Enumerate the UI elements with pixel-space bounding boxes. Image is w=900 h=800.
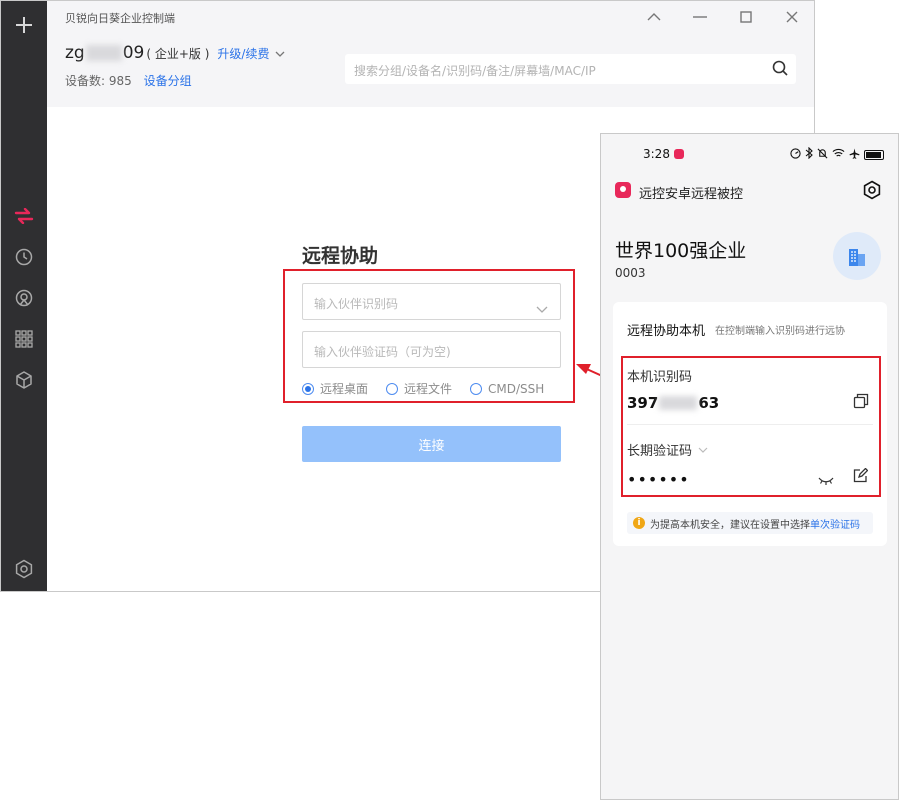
history-icon[interactable] bbox=[12, 245, 36, 269]
apps-grid-icon[interactable] bbox=[12, 327, 36, 351]
device-group-link[interactable]: 设备分组 bbox=[144, 74, 192, 88]
airplane-icon bbox=[849, 147, 860, 162]
security-tip: i 为提高本机安全，建议在设置中选择 单次验证码 bbox=[627, 512, 873, 534]
highlight-box-controller bbox=[283, 269, 575, 403]
search-icon[interactable] bbox=[772, 60, 788, 80]
app-notification-icon bbox=[673, 149, 684, 159]
minimize-icon[interactable] bbox=[688, 7, 712, 27]
building-icon bbox=[833, 232, 881, 280]
close-icon[interactable] bbox=[780, 7, 804, 27]
status-time: 3:28 bbox=[643, 147, 684, 161]
app-title: 远控安卓远程被控 bbox=[639, 187, 744, 202]
wifi-icon bbox=[832, 148, 845, 161]
account-name: zg 09 bbox=[65, 43, 145, 63]
status-bar: 3:28 bbox=[601, 134, 898, 174]
battery-icon bbox=[864, 149, 884, 160]
card-subtitle: 在控制端输入识别码进行远协 bbox=[715, 326, 845, 337]
mute-icon bbox=[817, 148, 828, 162]
settings-icon[interactable] bbox=[12, 557, 36, 581]
remote-control-icon[interactable] bbox=[12, 204, 36, 228]
bluetooth-icon bbox=[805, 146, 813, 162]
sidebar bbox=[1, 1, 47, 591]
add-icon[interactable] bbox=[12, 13, 36, 37]
speed-icon bbox=[790, 147, 801, 162]
upgrade-link[interactable]: 升级/续费 bbox=[217, 45, 269, 62]
cube-icon[interactable] bbox=[12, 368, 36, 392]
info-icon: i bbox=[633, 517, 645, 529]
broadcast-icon[interactable] bbox=[12, 286, 36, 310]
device-count: 设备数: 985 设备分组 bbox=[65, 74, 192, 88]
window-controls bbox=[642, 7, 804, 27]
highlight-box-phone bbox=[621, 356, 881, 497]
app-bar: 远控安卓远程被控 bbox=[601, 174, 898, 206]
account-info: zg 09 ( 企业+版 ) 升级/续费 bbox=[65, 43, 285, 63]
collapse-icon[interactable] bbox=[642, 7, 666, 27]
window-title: 贝锐向日葵企业控制端 bbox=[65, 12, 175, 25]
top-bar: 贝锐向日葵企业控制端 zg 09 ( 企业+版 ) 升级/续费 设备数: 985 … bbox=[47, 1, 814, 107]
connect-button[interactable]: 连接 bbox=[302, 426, 561, 462]
org-name: 世界100强企业 bbox=[615, 240, 747, 262]
remote-assist-title: 远程协助 bbox=[302, 245, 379, 267]
account-edition: ( 企业+版 ) bbox=[146, 47, 210, 61]
card-title: 远程协助本机 bbox=[627, 324, 706, 339]
settings-icon[interactable] bbox=[862, 180, 882, 204]
app-logo-icon bbox=[615, 182, 631, 198]
org-code: 0003 bbox=[615, 266, 646, 280]
search-input[interactable]: 搜索分组/设备名/识别码/备注/屏幕墙/MAC/IP bbox=[345, 54, 796, 84]
maximize-icon[interactable] bbox=[734, 7, 758, 27]
status-icons bbox=[790, 146, 884, 162]
chevron-down-icon[interactable] bbox=[275, 43, 285, 62]
one-time-code-link[interactable]: 单次验证码 bbox=[810, 516, 860, 531]
